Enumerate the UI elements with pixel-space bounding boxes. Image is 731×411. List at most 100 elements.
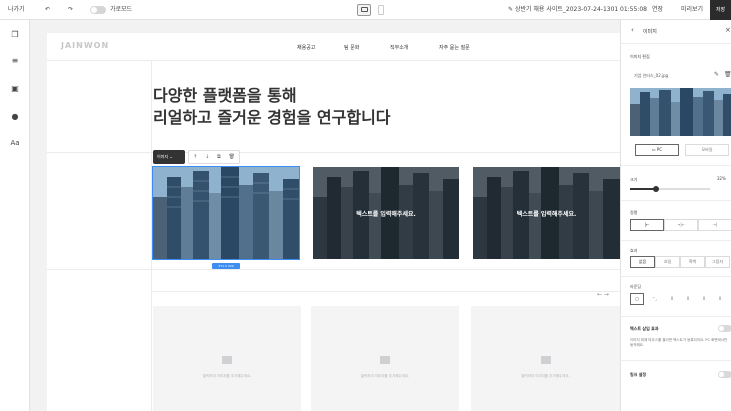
redo-icon[interactable]: ↷	[68, 0, 73, 20]
effect-label: 효과	[630, 248, 638, 253]
image-icon	[540, 356, 551, 364]
pages-icon[interactable]: ❐	[10, 30, 20, 40]
close-icon[interactable]: ×	[725, 26, 731, 34]
size-badge: 371 X 229	[212, 263, 240, 269]
link-toggle[interactable]	[718, 371, 731, 378]
move-down-icon[interactable]: ↓	[205, 154, 209, 160]
effect-none-button[interactable]: 없음	[630, 256, 655, 268]
effect-blur-button[interactable]: 흐림	[655, 256, 680, 268]
nav-item-jobs[interactable]: 채용공고	[297, 44, 315, 51]
divider	[621, 165, 731, 166]
device-pc-tab[interactable]: ▭ PC	[635, 144, 679, 156]
image-edit-label: 이미지 편집	[630, 54, 650, 59]
monitor-icon	[361, 7, 368, 12]
image-placeholder[interactable]: 클릭하여 이미지를 추가해주세요.	[471, 306, 620, 411]
copy-icon[interactable]: ⧉	[217, 154, 221, 160]
align-label: 정렬	[630, 210, 638, 215]
file-name-text: 기업 인터스_02.jpg	[634, 73, 669, 78]
size-label: 크기	[630, 177, 638, 182]
align-center-button[interactable]: →|←	[664, 219, 698, 231]
site-header: JAINWON 채용공고 팀 문화 직무소개 자주 묻는 질문	[47, 33, 620, 61]
radius-all-button[interactable]: ▢	[630, 293, 644, 305]
city-skyline-image	[153, 167, 299, 259]
size-slider[interactable]	[630, 186, 710, 192]
radius-input[interactable]: 0	[664, 293, 680, 305]
file-name[interactable]: ✎ 상반기 채용 사이트_2023-07-24-1301	[508, 0, 618, 20]
site-logo: JAINWON	[61, 41, 110, 50]
nav-item-culture[interactable]: 팀 문화	[344, 44, 359, 51]
block-icon[interactable]: ▣	[10, 84, 20, 94]
trash-icon[interactable]: 🗑	[724, 71, 731, 78]
image-caption: 텍스트를 입력해주세요.	[516, 210, 577, 218]
image-card-selected[interactable]	[152, 166, 300, 260]
device-segment: ▭ PC 모바일	[635, 144, 729, 156]
radius-label: 라운딩	[630, 284, 642, 289]
guide-line	[151, 291, 620, 292]
image-card[interactable]: 텍스트를 입력해주세요.	[313, 167, 459, 259]
edit-icon[interactable]: ✎	[714, 71, 719, 78]
block-toolbar: 이미지 ⌄ ↑ ↓ ⧉ 🗑	[153, 150, 240, 164]
slider-fill	[630, 188, 656, 190]
image-icon	[380, 356, 390, 364]
image-caption: 텍스트를 입력해주세요.	[356, 210, 416, 218]
tool-rail: ❐ ≡ ▣ ● Aa	[0, 20, 30, 411]
city-skyline-image	[630, 88, 731, 136]
file-row: 기업 인터스_02.jpg ✎ 🗑	[630, 71, 731, 81]
nav-item-roles[interactable]: 직무소개	[390, 44, 408, 51]
top-toolbar: 나가기 ↶ ↷ 가로모드 ✎ 상반기 채용 사이트_2023-07-24-130…	[0, 0, 731, 20]
text-effect-description: 이미지 위에 마우스를 올리면 텍스트가 등록되어요. PC 화면에서만 동작해…	[630, 338, 728, 347]
device-mobile-tab[interactable]: 모바일	[685, 144, 729, 156]
divider	[621, 316, 731, 317]
radius-input[interactable]: 0	[680, 293, 696, 305]
device-pc-button[interactable]	[357, 4, 371, 16]
size-value: 32%	[717, 176, 726, 181]
image-placeholder[interactable]: 클릭하여 이미지를 추가해주세요.	[311, 306, 459, 411]
carousel-arrows[interactable]: ← →	[597, 291, 609, 298]
exit-button[interactable]: 나가기	[8, 0, 25, 20]
theme-color-icon[interactable]: ●	[10, 112, 20, 122]
device-mobile-button[interactable]	[378, 5, 384, 15]
property-panel: ‹ 이미지 × 이미지 편집 기업 인터스_02.jpg ✎ 🗑 ▭ PC 모바…	[620, 20, 731, 411]
save-button[interactable]: 저장	[710, 0, 731, 20]
sections-icon[interactable]: ≡	[10, 56, 20, 66]
effect-shadow-button[interactable]: 그림자	[705, 256, 730, 268]
session-timer: 01:55:08	[620, 6, 647, 13]
slider-handle[interactable]	[652, 186, 659, 192]
move-up-icon[interactable]: ↑	[193, 154, 197, 160]
extend-button[interactable]: 연장	[652, 0, 663, 20]
landscape-toggle[interactable]	[90, 6, 106, 14]
align-right-button[interactable]: →|	[698, 219, 731, 231]
divider	[621, 200, 731, 201]
page-canvas: JAINWON 채용공고 팀 문화 직무소개 자주 묻는 질문 다양한 플랫폼을…	[47, 33, 620, 411]
radius-input[interactable]: 0	[696, 293, 712, 305]
section-heading[interactable]: 다양한 플랫폼을 통해 리얼하고 즐거운 경험을 연구합니다	[153, 85, 391, 129]
text-effect-toggle[interactable]	[718, 325, 731, 332]
guide-line	[47, 269, 620, 270]
preview-button[interactable]: 미리보기	[681, 0, 703, 20]
align-segment: |← →|← →|	[630, 219, 731, 231]
font-icon[interactable]: Aa	[10, 138, 20, 148]
radius-row: ▢ ⌜⌟ 0 0 0 0	[630, 293, 728, 305]
effect-grayscale-button[interactable]: 흑백	[680, 256, 705, 268]
image-thumbnail	[630, 88, 731, 136]
divider	[621, 276, 731, 277]
radius-each-button[interactable]: ⌜⌟	[648, 293, 662, 305]
back-icon[interactable]: ‹	[631, 26, 634, 34]
text-effect-label: 텍스트 삽입 효과	[630, 326, 659, 331]
effect-segment: 없음 흐림 흑백 그림자	[630, 256, 730, 268]
divider	[621, 240, 731, 241]
radius-input[interactable]: 0	[712, 293, 728, 305]
link-label: 링크 설정	[630, 372, 647, 377]
align-left-button[interactable]: |←	[630, 219, 664, 231]
guide-line	[47, 152, 620, 153]
block-type-dropdown[interactable]: 이미지 ⌄	[153, 150, 185, 164]
trash-icon[interactable]: 🗑	[229, 154, 235, 160]
image-placeholder[interactable]: 클릭하여 이미지를 추가해주세요.	[153, 306, 301, 411]
image-card[interactable]: 텍스트를 입력해주세요.	[473, 167, 620, 259]
panel-header: ‹ 이미지 ×	[621, 20, 731, 44]
divider	[621, 360, 731, 361]
guide-line	[151, 61, 152, 411]
nav-item-faq[interactable]: 자주 묻는 질문	[439, 44, 470, 51]
undo-icon[interactable]: ↶	[45, 0, 50, 20]
placeholder-text: 클릭하여 이미지를 추가해주세요.	[521, 374, 570, 378]
